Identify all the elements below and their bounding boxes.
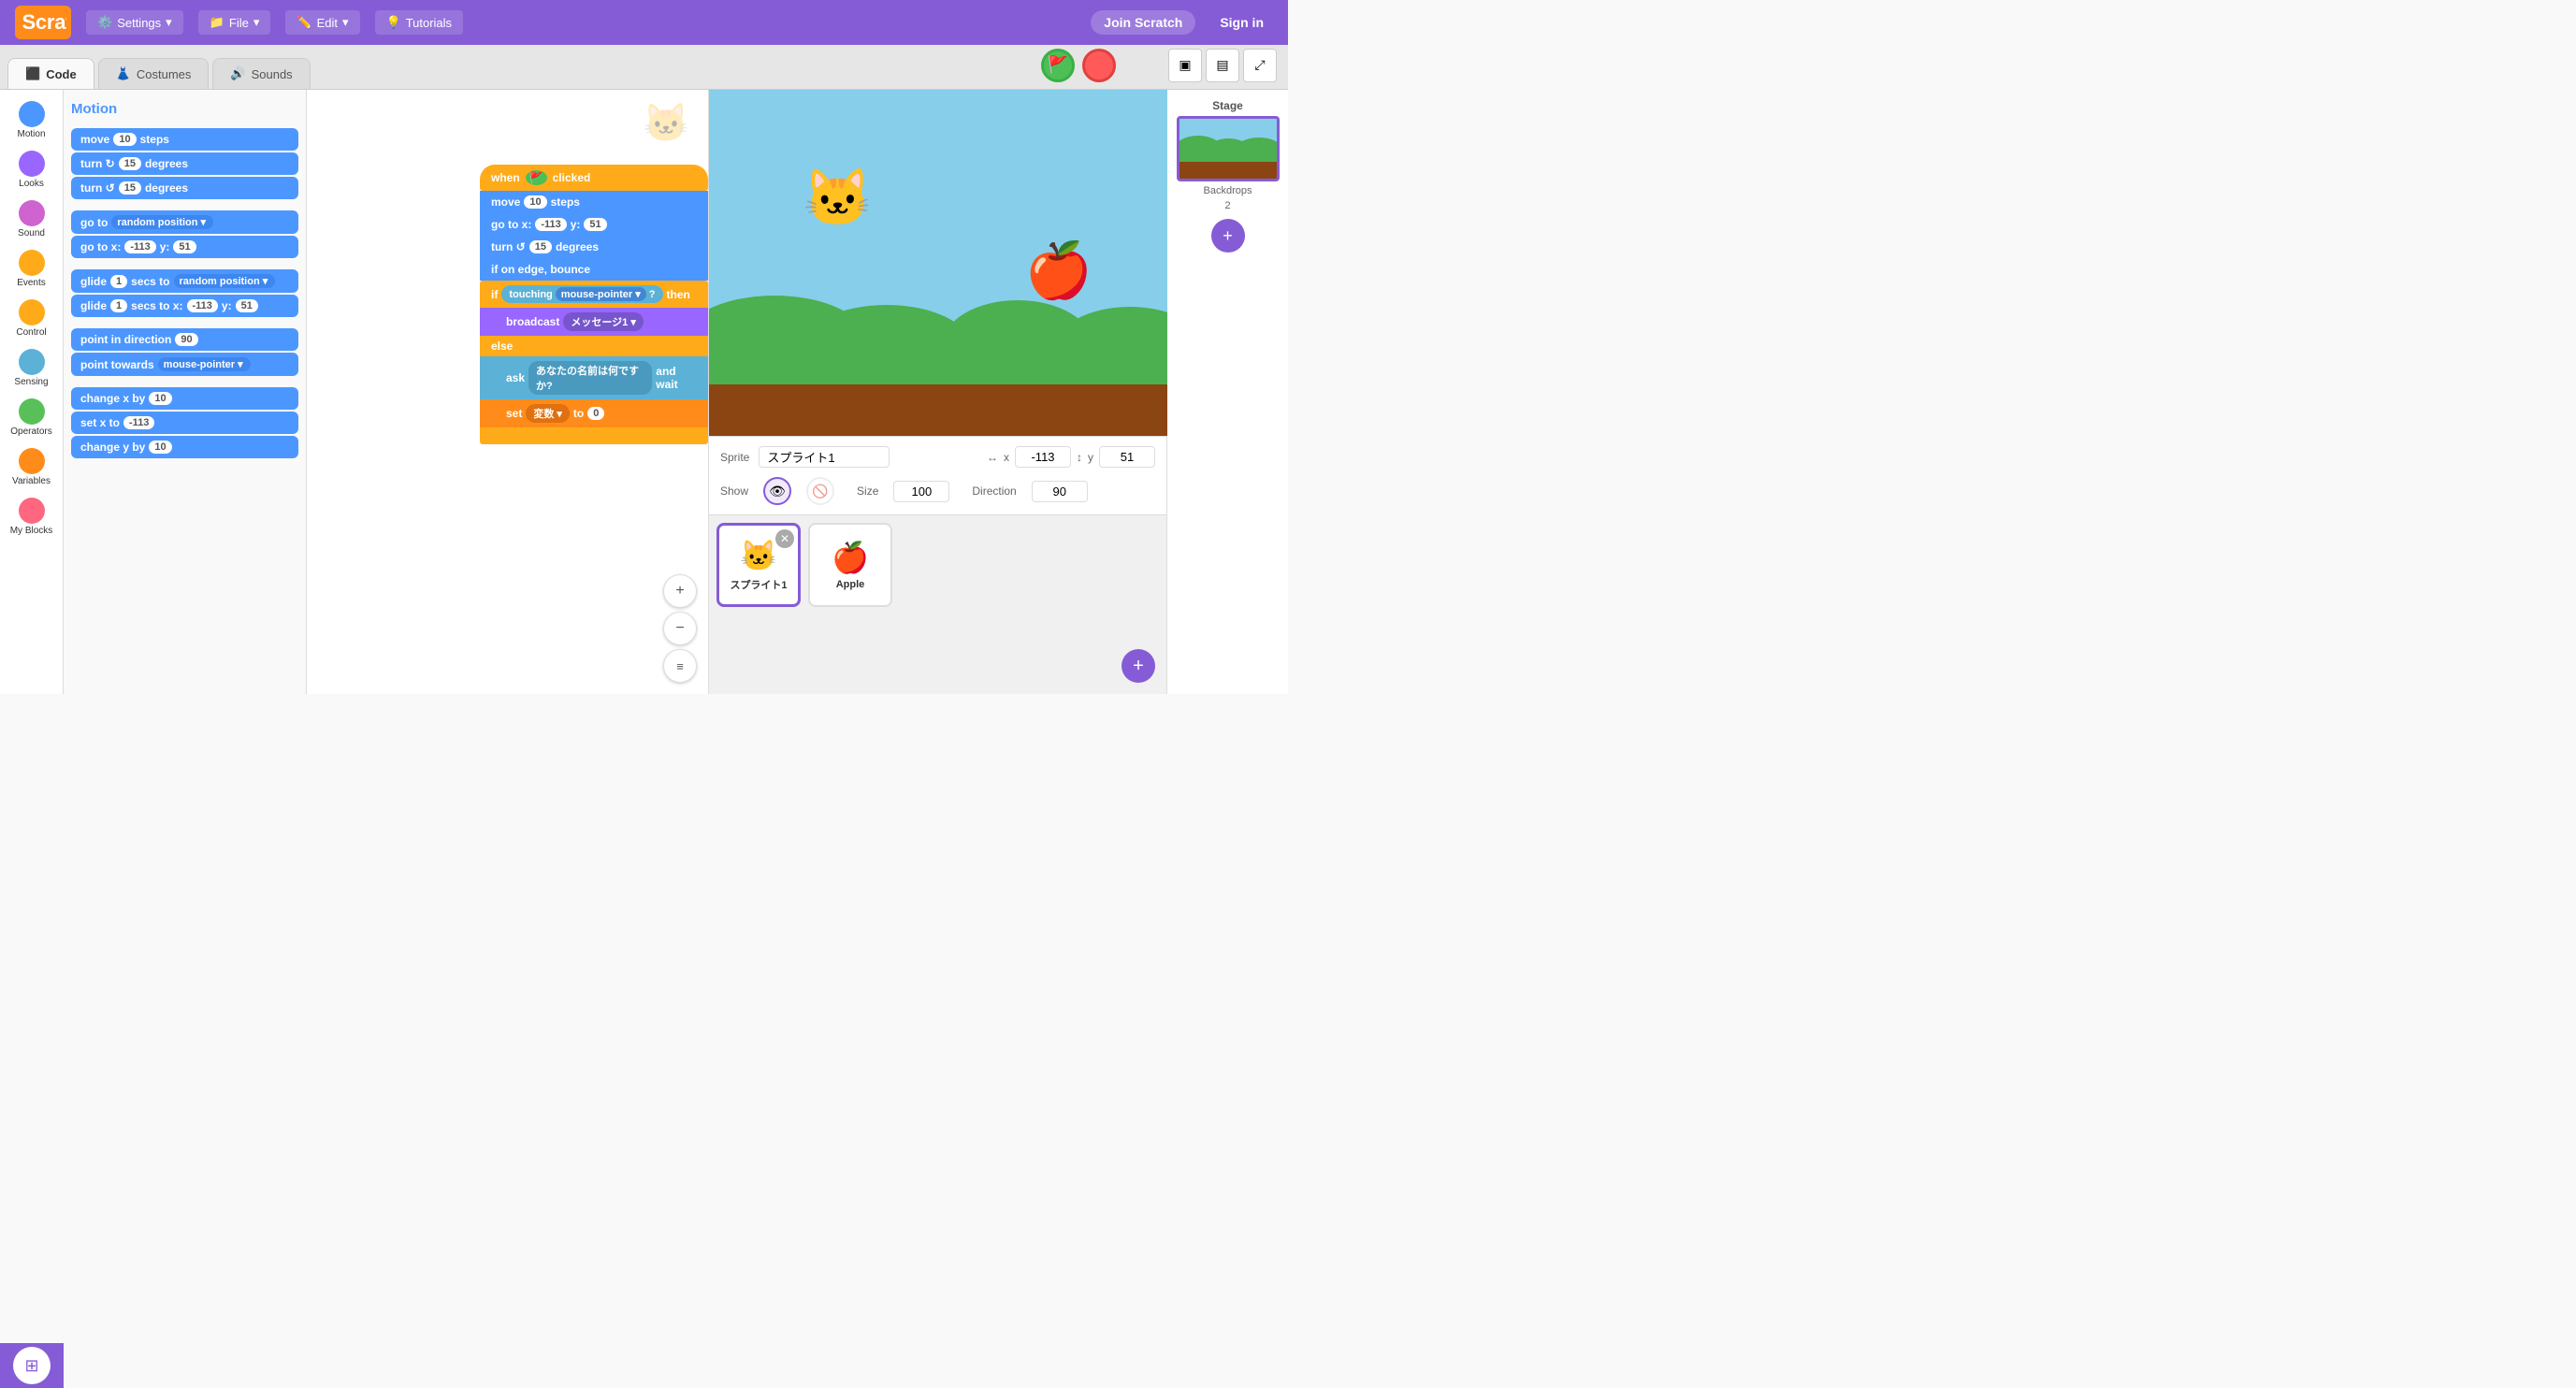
cat-sound[interactable]: Sound — [2, 196, 62, 242]
canvas-block-end — [480, 427, 708, 444]
view-stage-btn[interactable]: ▤ — [1206, 49, 1239, 82]
cat-motion[interactable]: Motion — [2, 97, 62, 143]
canvas-block-set-var[interactable]: set 変数 ▾ to 0 — [480, 399, 708, 427]
stage-thumbnail[interactable] — [1177, 116, 1280, 181]
block-point-direction[interactable]: point in direction 90 — [71, 328, 298, 351]
top-nav: Scratch ⚙️ Settings ▾ 📁 File ▾ ✏️ Edit ▾… — [0, 0, 1288, 45]
svg-text:Scratch: Scratch — [22, 10, 67, 34]
scratch-logo[interactable]: Scratch — [15, 6, 71, 39]
settings-menu[interactable]: ⚙️ Settings ▾ — [86, 10, 183, 35]
block-change-x[interactable]: change x by 10 — [71, 387, 298, 410]
sprite-size-input[interactable] — [893, 481, 949, 502]
blocks-title: Motion — [71, 97, 298, 121]
bottom-bar: ⊞ — [0, 1343, 64, 1388]
cat-looks[interactable]: Looks — [2, 147, 62, 193]
zoom-reset-btn[interactable]: ≡ — [663, 649, 697, 683]
canvas-block-turn[interactable]: turn ↺ 15 degrees — [480, 236, 708, 258]
sprite-thumb-sprite1[interactable]: ✕ 🐱 スプライト1 — [716, 523, 801, 607]
main-content: Motion Looks Sound Events Control Sensin… — [0, 90, 1288, 694]
blocks-panel: Motion move 10 steps turn ↻ 15 degrees t… — [64, 90, 307, 694]
block-turn-ccw[interactable]: turn ↺ 15 degrees — [71, 177, 298, 199]
add-backdrop-btn[interactable]: + — [1211, 219, 1245, 253]
tutorials-btn[interactable]: 💡 Tutorials — [375, 10, 464, 35]
stage-right-panel: Stage Backdrops 2 + — [1166, 90, 1288, 694]
show-sprite-btn[interactable]: 👁 — [763, 477, 791, 505]
block-when-clicked[interactable]: when 🚩 clicked — [480, 165, 708, 191]
canvas-group-1[interactable]: when 🚩 clicked move 10 steps go to x: -1… — [480, 165, 708, 444]
canvas-block-else: else — [480, 336, 708, 356]
tab-code[interactable]: ⬛ Code — [7, 58, 94, 89]
sprite-info: Sprite ↔ x ↕ y Show 👁 🚫 Size Direction — [709, 436, 1166, 514]
zoom-out-btn[interactable]: − — [663, 612, 697, 645]
zoom-in-btn[interactable]: + — [663, 574, 697, 608]
sign-in-btn[interactable]: Sign in — [1210, 10, 1273, 35]
canvas-block-goto-xy[interactable]: go to x: -113 y: 51 — [480, 213, 708, 236]
cat-sensing[interactable]: Sensing — [2, 345, 62, 391]
block-set-x[interactable]: set x to -113 — [71, 412, 298, 434]
add-sprite-btn[interactable]: + — [1122, 649, 1155, 683]
sprite-x-input[interactable] — [1015, 446, 1071, 468]
block-glide-to[interactable]: glide 1 secs to random position ▾ — [71, 269, 298, 293]
block-glide-xy[interactable]: glide 1 secs to x: -113 y: 51 — [71, 295, 298, 317]
block-change-y[interactable]: change y by 10 — [71, 436, 298, 458]
sprite-thumb-apple[interactable]: 🍎 Apple — [808, 523, 892, 607]
edit-menu[interactable]: ✏️ Edit ▾ — [285, 10, 359, 35]
sprite-delete-btn-1[interactable]: ✕ — [775, 529, 794, 548]
stage-area: 🐱 🍎 Sprite ↔ x ↕ y Show 👁 — [708, 90, 1166, 694]
canvas-block-if[interactable]: if touching mouse-pointer ▾ ? then broad… — [480, 281, 708, 444]
add-extension-btn[interactable]: ⊞ — [13, 1347, 51, 1384]
green-flag-btn[interactable]: 🚩 — [1041, 49, 1075, 82]
tab-sounds[interactable]: 🔊 Sounds — [212, 58, 310, 89]
cat-operators[interactable]: Operators — [2, 395, 62, 441]
cat-myblocks[interactable]: My Blocks — [2, 494, 62, 540]
script-canvas: when 🚩 clicked move 10 steps go to x: -1… — [307, 90, 708, 694]
sprite-y-input[interactable] — [1099, 446, 1155, 468]
red-stop-btn[interactable] — [1082, 49, 1116, 82]
view-fullscreen-btn[interactable]: ⤢ — [1243, 49, 1277, 82]
block-go-to-xy[interactable]: go to x: -113 y: 51 — [71, 236, 298, 258]
file-menu[interactable]: 📁 File ▾ — [198, 10, 271, 35]
view-split-btn[interactable]: ▣ — [1168, 49, 1202, 82]
sprite-direction-input[interactable] — [1032, 481, 1088, 502]
sprite-name-input[interactable] — [759, 446, 890, 468]
block-move[interactable]: move 10 steps — [71, 128, 298, 151]
tab-bar: ⬛ Code 👗 Costumes 🔊 Sounds 🚩 ▣ ▤ ⤢ — [0, 45, 1288, 90]
canvas-block-move[interactable]: move 10 steps — [480, 191, 708, 213]
block-point-towards[interactable]: point towards mouse-pointer ▾ — [71, 353, 298, 376]
script-area[interactable]: 🐱 when 🚩 clicked move 10 steps go to x: … — [307, 90, 708, 694]
canvas-block-bounce[interactable]: if on edge, bounce — [480, 258, 708, 281]
stage-preview: 🐱 🍎 — [709, 90, 1167, 436]
cat-events[interactable]: Events — [2, 246, 62, 292]
block-go-to[interactable]: go to random position ▾ — [71, 210, 298, 234]
tab-costumes[interactable]: 👗 Costumes — [98, 58, 210, 89]
sprite-cat[interactable]: 🐱 — [803, 165, 873, 231]
canvas-block-broadcast[interactable]: broadcast メッセージ1 ▾ — [480, 308, 708, 336]
hide-sprite-btn[interactable]: 🚫 — [806, 477, 834, 505]
sprite-list-area: ✕ 🐱 スプライト1 🍎 Apple + — [709, 514, 1166, 694]
block-turn-cw[interactable]: turn ↻ 15 degrees — [71, 152, 298, 175]
cat-control[interactable]: Control — [2, 296, 62, 341]
cat-variables[interactable]: Variables — [2, 444, 62, 490]
sprite-apple[interactable]: 🍎 — [1025, 239, 1093, 303]
categories-panel: Motion Looks Sound Events Control Sensin… — [0, 90, 64, 694]
join-scratch-btn[interactable]: Join Scratch — [1091, 10, 1195, 35]
canvas-block-ask[interactable]: ask あなたの名前は何ですか? and wait — [480, 356, 708, 399]
zoom-controls: + − ≡ — [663, 574, 697, 683]
stage-ground — [709, 384, 1167, 436]
add-sprite-area: + — [1122, 649, 1155, 683]
